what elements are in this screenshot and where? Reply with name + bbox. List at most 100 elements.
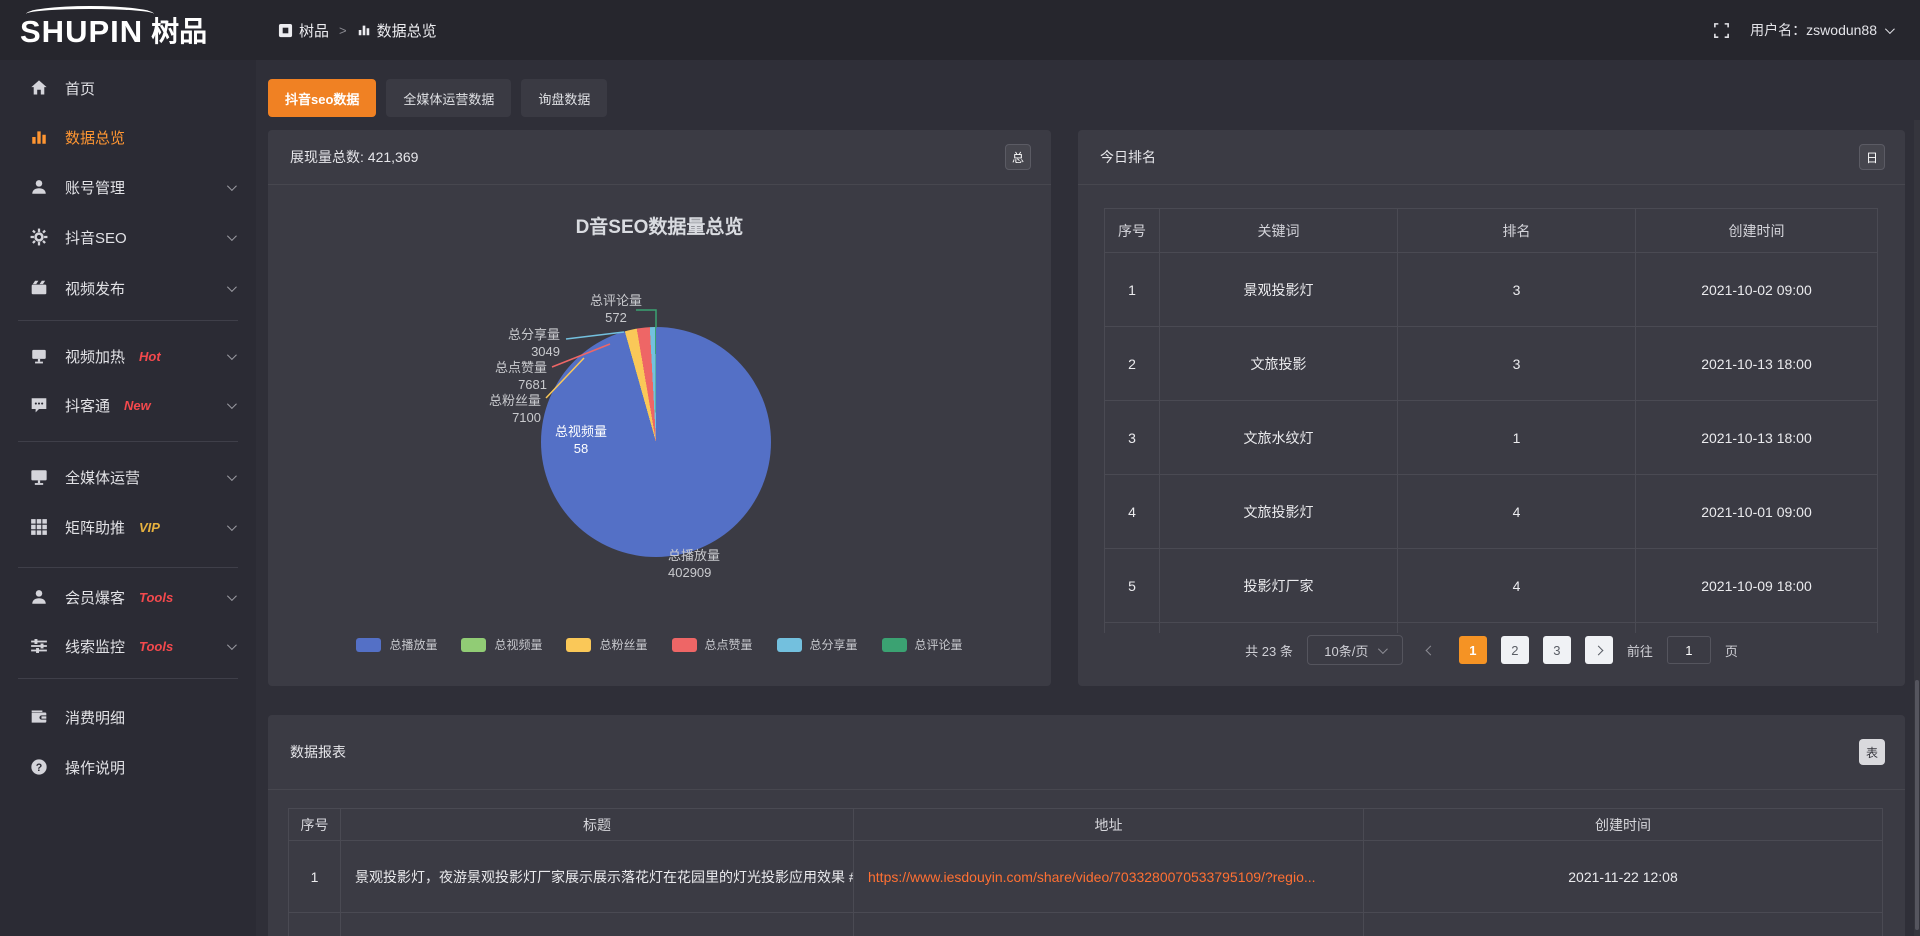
table-row-clipped xyxy=(289,913,1883,936)
chevron-down-icon xyxy=(227,350,237,360)
page-button-1[interactable]: 1 xyxy=(1459,636,1487,664)
logo-text-cn: 树品 xyxy=(151,12,207,52)
user-icon xyxy=(30,178,50,196)
pie-label-fans: 总粉丝量 7100 xyxy=(489,392,541,426)
grid-icon xyxy=(30,518,50,536)
legend-item[interactable]: 总分享量 xyxy=(777,636,858,653)
legend-item[interactable]: 总视频量 xyxy=(461,636,542,653)
sidebar-item-label: 抖客通 xyxy=(65,395,110,416)
sidebar-item-account[interactable]: 账号管理 xyxy=(0,162,256,212)
chevron-right-icon xyxy=(1594,645,1604,655)
top-bar: SHUPIN 树品 树品 > 数据总览 用户名：zswodun88 xyxy=(0,0,1920,60)
tools-badge: Tools xyxy=(139,590,173,605)
next-page-button[interactable] xyxy=(1585,636,1613,664)
prev-page-button[interactable] xyxy=(1417,636,1445,664)
pie-chart-title: D音SEO数据量总览 xyxy=(268,212,1051,239)
page-scrollbar[interactable] xyxy=(1914,120,1920,936)
page-button-3[interactable]: 3 xyxy=(1543,636,1571,664)
legend-item[interactable]: 总点赞量 xyxy=(672,636,753,653)
goto-label: 前往 xyxy=(1627,641,1653,660)
legend-swatch xyxy=(777,638,802,652)
chevron-down-icon xyxy=(227,399,237,409)
sidebar-item-video-publish[interactable]: 视频发布 xyxy=(0,263,256,313)
sidebar-item-label: 会员爆客 xyxy=(65,587,125,608)
legend-item[interactable]: 总播放量 xyxy=(356,636,437,653)
page-button-2[interactable]: 2 xyxy=(1501,636,1529,664)
chevron-left-icon xyxy=(1426,645,1436,655)
sidebar-item-media-operation[interactable]: 全媒体运营 xyxy=(0,452,256,502)
report-panel-title: 数据报表 xyxy=(290,715,346,790)
pagination: 共 23 条 10条/页 1 2 3 前往 页 xyxy=(1078,634,1905,666)
bar-chart-icon xyxy=(357,23,371,37)
chevron-down-icon xyxy=(227,640,237,650)
sidebar-item-lead-monitor[interactable]: 线索监控 Tools xyxy=(0,621,256,671)
goto-suffix: 页 xyxy=(1725,641,1738,660)
sidebar-item-label: 矩阵助推 xyxy=(65,517,125,538)
table-row: 4 文旅投影灯 4 2021-10-01 09:00 xyxy=(1105,475,1878,549)
ranking-panel-header: 今日排名 日 xyxy=(1078,130,1905,185)
gear-icon xyxy=(30,228,50,246)
report-table: 序号 标题 地址 创建时间 1 景观投影灯，夜游景观投影灯厂家展示展示落花灯在花… xyxy=(288,808,1883,936)
topbar-right: 用户名：zswodun88 xyxy=(1713,0,1892,60)
chevron-down-icon xyxy=(1378,644,1388,654)
daily-view-button[interactable]: 日 xyxy=(1859,144,1885,170)
member-icon xyxy=(30,588,50,606)
total-view-button[interactable]: 总 xyxy=(1005,144,1031,170)
breadcrumb-root[interactable]: 树品 xyxy=(278,20,329,41)
logo-arc xyxy=(26,6,154,22)
breadcrumb-current[interactable]: 数据总览 xyxy=(357,20,437,41)
sidebar-divider xyxy=(18,320,238,321)
ranking-panel-title: 今日排名 xyxy=(1100,130,1156,185)
impressions-total-label: 展现量总数: 421,369 xyxy=(290,130,418,185)
table-view-button[interactable]: 表 xyxy=(1859,739,1885,765)
sidebar-item-label: 操作说明 xyxy=(65,757,125,778)
table-row: 2 文旅投影 3 2021-10-13 18:00 xyxy=(1105,327,1878,401)
main-content: 抖音seo数据 全媒体运营数据 询盘数据 展现量总数: 421,369 总 D音… xyxy=(256,60,1920,936)
table-row: 5 投影灯厂家 4 2021-10-09 18:00 xyxy=(1105,549,1878,623)
tab-douyin-seo-data[interactable]: 抖音seo数据 xyxy=(268,79,376,117)
svg-text:?: ? xyxy=(36,762,43,774)
sidebar-item-label: 视频加热 xyxy=(65,346,125,367)
overview-panel-header: 展现量总数: 421,369 总 xyxy=(268,130,1051,185)
chevron-down-icon xyxy=(227,181,237,191)
breadcrumb: 树品 > 数据总览 xyxy=(278,0,437,60)
legend-swatch xyxy=(672,638,697,652)
sidebar-divider xyxy=(18,567,238,568)
fullscreen-icon[interactable] xyxy=(1713,22,1730,39)
user-menu[interactable]: 用户名：zswodun88 xyxy=(1750,20,1892,40)
sidebar-item-spending-detail[interactable]: 消费明细 xyxy=(0,692,256,742)
tab-inquiry-data[interactable]: 询盘数据 xyxy=(521,79,607,117)
video-url-link[interactable]: https://www.iesdouyin.com/share/video/70… xyxy=(868,869,1316,885)
sidebar-item-douketong[interactable]: 抖客通 New xyxy=(0,380,256,430)
sidebar-item-data-overview[interactable]: 数据总览 xyxy=(0,112,256,162)
page-size-select[interactable]: 10条/页 xyxy=(1307,635,1403,665)
sliders-icon xyxy=(30,637,50,655)
home-icon xyxy=(30,79,50,97)
goto-page-input[interactable] xyxy=(1667,636,1711,664)
ranking-table: 序号 关键词 排名 创建时间 1 景观投影灯 3 2021-10-02 09:0… xyxy=(1104,208,1878,633)
sidebar-item-instructions[interactable]: ? 操作说明 xyxy=(0,742,256,792)
sidebar-item-douyin-seo[interactable]: 抖音SEO xyxy=(0,212,256,262)
legend-item[interactable]: 总粉丝量 xyxy=(566,636,647,653)
tab-media-operation-data[interactable]: 全媒体运营数据 xyxy=(386,79,511,117)
scrollbar-thumb[interactable] xyxy=(1915,680,1919,930)
sidebar-item-video-heat[interactable]: 视频加热 Hot xyxy=(0,331,256,381)
table-row: 3 文旅水纹灯 1 2021-10-13 18:00 xyxy=(1105,401,1878,475)
sidebar-item-home[interactable]: 首页 xyxy=(0,63,256,113)
legend-swatch xyxy=(461,638,486,652)
overview-panel: 展现量总数: 421,369 总 D音SEO数据量总览 总评论量 572 总分享… xyxy=(268,130,1051,686)
ranking-panel: 今日排名 日 序号 关键词 排名 创建时间 1 景观投影灯 3 2021-10-… xyxy=(1078,130,1905,686)
pie-label-plays: 总播放量 402909 xyxy=(668,547,720,581)
help-icon: ? xyxy=(30,758,50,776)
chevron-down-icon xyxy=(227,521,237,531)
video-title-cell: 景观投影灯，夜游景观投影灯厂家展示展示落花灯在花园里的灯光投影应用效果 # xyxy=(341,841,854,913)
sidebar-item-matrix-boost[interactable]: 矩阵助推 VIP xyxy=(0,502,256,552)
pie-label-shares: 总分享量 3049 xyxy=(508,326,560,360)
sidebar-item-label: 视频发布 xyxy=(65,278,125,299)
legend-item[interactable]: 总评论量 xyxy=(882,636,963,653)
sidebar: 首页 数据总览 账号管理 抖音SEO 视频发布 视频加热 Hot 抖客通 New… xyxy=(0,60,256,936)
table-row: 1 景观投影灯 3 2021-10-02 09:00 xyxy=(1105,253,1878,327)
hot-badge: Hot xyxy=(139,349,161,364)
sidebar-item-member-burst[interactable]: 会员爆客 Tools xyxy=(0,572,256,622)
legend-swatch xyxy=(356,638,381,652)
